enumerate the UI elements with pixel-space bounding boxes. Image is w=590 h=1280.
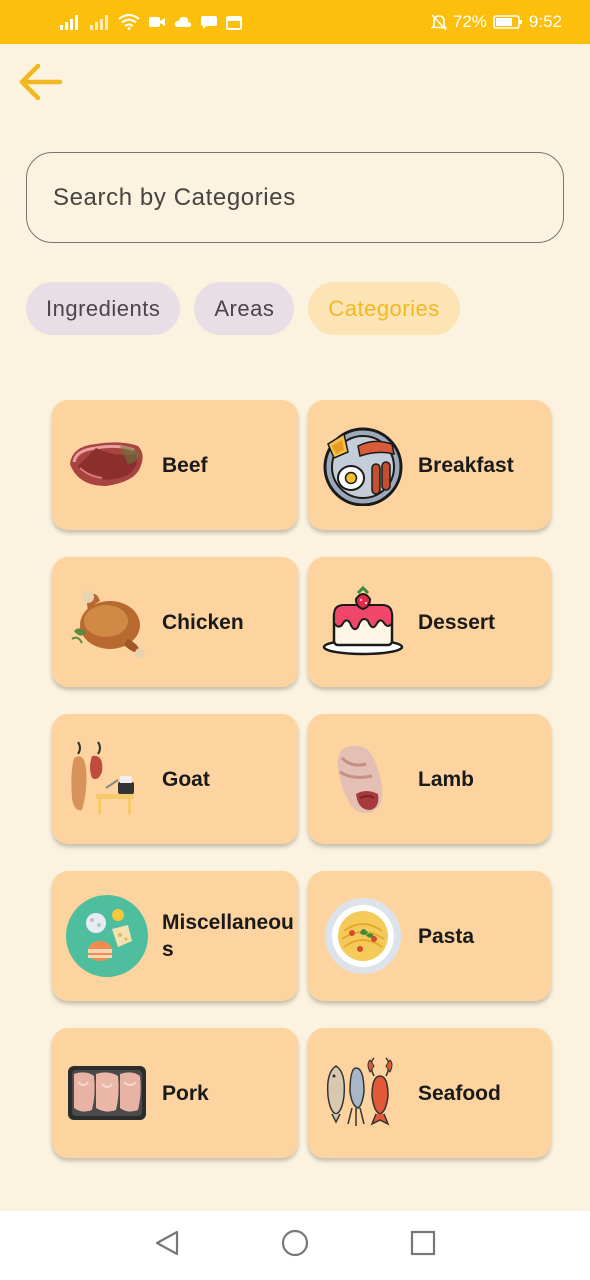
miscellaneous-icon	[66, 895, 148, 977]
category-card-chicken[interactable]: Chicken	[52, 557, 298, 687]
tab-areas[interactable]: Areas	[194, 282, 295, 335]
breakfast-icon	[322, 424, 404, 506]
nav-home-button[interactable]	[277, 1228, 313, 1264]
signal-icon	[89, 14, 109, 30]
category-label: Breakfast	[418, 453, 514, 477]
status-icons-right: 72% 9:52	[430, 12, 562, 32]
category-card-pasta[interactable]: Pasta	[308, 871, 551, 1001]
category-label: Goat	[162, 767, 210, 791]
tab-ingredients[interactable]: Ingredients	[26, 282, 181, 335]
nav-recents-button[interactable]	[405, 1228, 441, 1264]
status-icons-left	[58, 14, 242, 30]
dessert-icon	[322, 581, 404, 663]
category-label: Pasta	[418, 924, 475, 948]
status-bar: 72% 9:52	[0, 0, 590, 44]
filter-tabs: Ingredients Areas Categories	[26, 282, 460, 335]
category-label: Pork	[162, 1081, 209, 1105]
back-button[interactable]	[14, 58, 66, 110]
category-card-dessert[interactable]: Dessert	[308, 557, 551, 687]
category-card-beef[interactable]: Beef	[52, 400, 298, 530]
category-card-goat[interactable]: Goat	[52, 714, 298, 844]
goat-icon	[66, 738, 148, 820]
category-label: Chicken	[162, 610, 244, 634]
category-label: Miscellaneous	[162, 911, 294, 961]
category-card-lamb[interactable]: Lamb	[308, 714, 551, 844]
calendar-icon	[226, 15, 242, 30]
pasta-icon	[322, 895, 404, 977]
signal-icon	[58, 14, 80, 30]
beef-icon	[66, 424, 148, 506]
cloud-icon	[174, 15, 192, 29]
battery-percent: 72%	[452, 12, 487, 31]
category-card-miscellaneous[interactable]: Miscellaneous	[52, 871, 298, 1001]
search-input[interactable]	[53, 183, 563, 212]
circle-home-icon	[281, 1229, 309, 1262]
battery-icon	[493, 14, 523, 30]
category-card-pork[interactable]: Pork	[52, 1028, 298, 1158]
wifi-icon	[118, 14, 140, 30]
square-recents-icon	[410, 1230, 436, 1261]
seafood-icon	[322, 1052, 404, 1134]
category-grid: Beef Breakfast Chicken Dessert Goat Lamb	[52, 400, 552, 1158]
video-icon	[149, 15, 165, 29]
category-card-breakfast[interactable]: Breakfast	[308, 400, 551, 530]
category-label: Seafood	[418, 1081, 501, 1105]
message-icon	[201, 15, 217, 30]
category-label: Lamb	[418, 767, 475, 791]
arrow-left-icon	[16, 58, 64, 111]
system-nav-bar	[0, 1211, 590, 1280]
category-card-seafood[interactable]: Seafood	[308, 1028, 551, 1158]
tab-categories[interactable]: Categories	[308, 282, 460, 335]
pork-icon	[66, 1052, 148, 1134]
nav-back-button[interactable]	[149, 1228, 185, 1264]
category-label: Beef	[162, 453, 208, 477]
clock-time: 9:52	[528, 12, 562, 31]
lamb-icon	[322, 738, 404, 820]
mute-bell-icon	[430, 13, 447, 31]
search-field[interactable]	[26, 152, 564, 243]
triangle-back-icon	[154, 1229, 180, 1262]
chicken-icon	[66, 581, 148, 663]
category-label: Dessert	[418, 610, 496, 634]
